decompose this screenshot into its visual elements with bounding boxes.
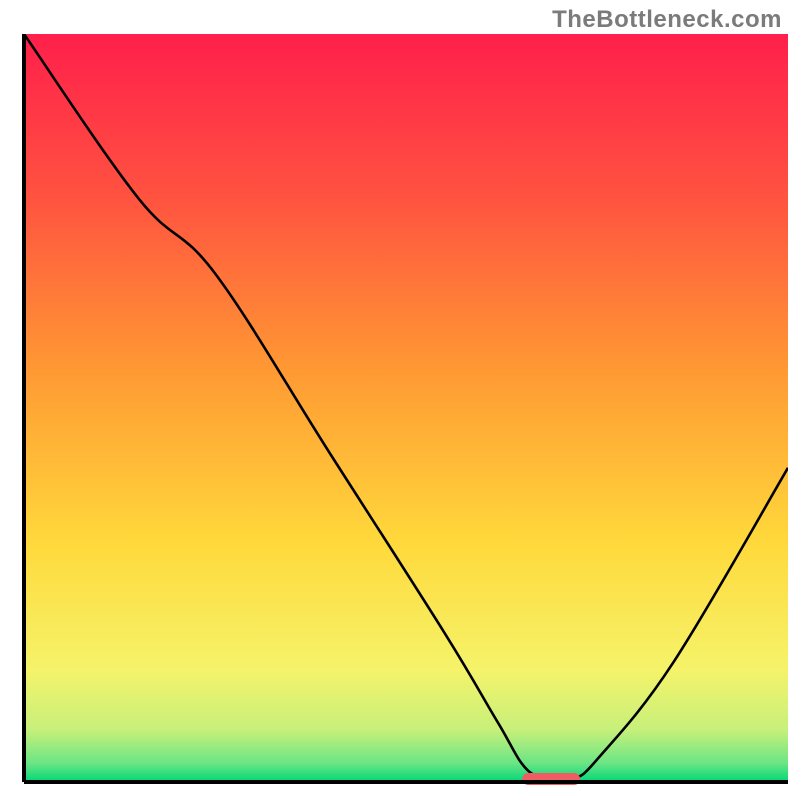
watermark-text: TheBottleneck.com	[552, 6, 782, 34]
chart-container: TheBottleneck.com	[0, 0, 800, 800]
bottleneck-chart	[0, 0, 800, 800]
plot-background	[24, 34, 788, 782]
